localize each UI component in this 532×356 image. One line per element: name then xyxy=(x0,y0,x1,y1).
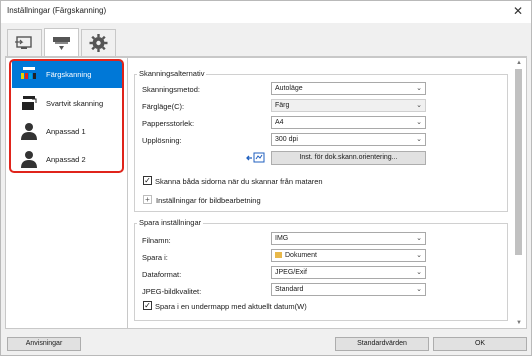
filename-input[interactable]: IMG ⌄ xyxy=(271,232,426,245)
jpeg-quality-value: Standard xyxy=(275,286,304,293)
ok-button[interactable]: OK xyxy=(433,337,527,351)
chevron-down-icon: ⌄ xyxy=(416,252,422,259)
duplex-checkbox-label: Skanna båda sidorna när du skannar från … xyxy=(155,177,323,186)
scan-method-value: Autoläge xyxy=(275,85,303,92)
expand-icon[interactable]: + xyxy=(143,195,152,204)
scrollbar-thumb[interactable] xyxy=(515,69,522,255)
subfolder-checkbox-label: Spara i en undermapp med aktuellt datum(… xyxy=(155,302,307,311)
chevron-down-icon: ⌄ xyxy=(416,269,422,276)
window-title: Inställningar (Färgskanning) xyxy=(7,6,107,15)
resolution-select[interactable]: 300 dpi ⌄ xyxy=(271,133,426,146)
folder-icon xyxy=(275,252,282,259)
jpeg-quality-select[interactable]: Standard ⌄ xyxy=(271,283,426,296)
resolution-value: 300 dpi xyxy=(275,136,298,143)
scroll-down-icon[interactable]: ▼ xyxy=(516,320,522,326)
chevron-down-icon: ⌄ xyxy=(416,102,422,109)
scan-options-title: Skanningsalternativ xyxy=(137,69,207,78)
save-in-label: Spara i: xyxy=(142,253,168,262)
resolution-label: Upplösning: xyxy=(142,136,182,145)
scan-method-select[interactable]: Autoläge ⌄ xyxy=(271,82,426,95)
chevron-down-icon: ⌄ xyxy=(416,85,422,92)
data-format-label: Dataformat: xyxy=(142,270,182,279)
chevron-down-icon: ⌄ xyxy=(416,119,422,126)
tab-scanner[interactable] xyxy=(44,28,79,57)
close-icon[interactable]: ✕ xyxy=(511,4,525,18)
tab-scan-to-computer[interactable] xyxy=(7,29,42,56)
save-in-value: Dokument xyxy=(285,252,317,259)
duplex-checkbox[interactable]: ✓ xyxy=(143,176,152,185)
save-in-select[interactable]: Dokument ⌄ xyxy=(271,249,426,262)
gear-icon xyxy=(89,34,108,52)
chevron-down-icon: ⌄ xyxy=(416,235,422,242)
data-format-value: JPEG/Exif xyxy=(275,269,307,276)
chevron-down-icon: ⌄ xyxy=(416,136,422,143)
filename-label: Filnamn: xyxy=(142,236,171,245)
instructions-button[interactable]: Anvisningar xyxy=(7,337,81,351)
image-settings-label: Inställningar för bildbearbetning xyxy=(156,196,261,205)
subfolder-checkbox[interactable]: ✓ xyxy=(143,301,152,310)
scan-method-label: Skanningsmetod: xyxy=(142,85,200,94)
color-mode-select[interactable]: Färg ⌄ xyxy=(271,99,426,112)
paper-size-value: A4 xyxy=(275,119,284,126)
paper-size-label: Pappersstorlek: xyxy=(142,119,195,128)
defaults-button[interactable]: Standardvärden xyxy=(335,337,429,351)
chevron-down-icon: ⌄ xyxy=(416,286,422,293)
settings-window: Inställningar (Färgskanning) ✕ Färgskann… xyxy=(0,0,532,356)
filename-value: IMG xyxy=(275,235,289,242)
orientation-icon xyxy=(246,151,266,165)
jpeg-quality-label: JPEG-bildkvalitet: xyxy=(142,287,202,296)
scroll-up-icon[interactable]: ▲ xyxy=(516,60,522,66)
title-bar: Inställningar (Färgskanning) ✕ xyxy=(1,1,531,23)
orientation-settings-button[interactable]: Inst. för dok.skann.orientering... xyxy=(271,151,426,165)
color-mode-label: Färgläge(C): xyxy=(142,102,185,111)
scan-to-computer-icon xyxy=(15,36,32,49)
scanner-icon xyxy=(53,37,70,50)
data-format-select[interactable]: JPEG/Exif ⌄ xyxy=(271,266,426,279)
tab-settings[interactable] xyxy=(81,29,116,56)
highlight-frame xyxy=(9,59,124,173)
save-settings-title: Spara inställningar xyxy=(137,218,204,227)
paper-size-select[interactable]: A4 ⌄ xyxy=(271,116,426,129)
color-mode-value: Färg xyxy=(275,102,290,109)
